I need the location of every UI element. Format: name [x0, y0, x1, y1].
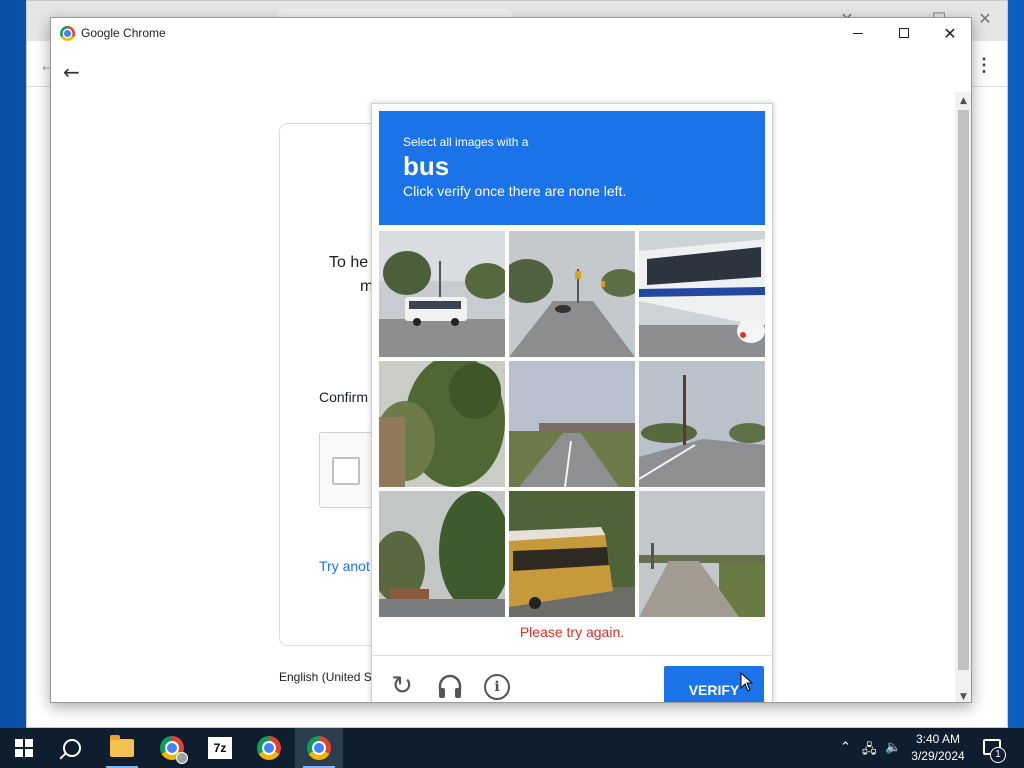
clock-time: 3:40 AM — [915, 732, 961, 746]
close-icon: ✕ — [943, 23, 957, 43]
tray-clock[interactable]: 3:40 AM 3/29/2024 — [906, 731, 970, 765]
chrome-profile-icon — [160, 736, 188, 764]
popup-titlebar: Google Chrome ✕ — [51, 18, 971, 48]
reload-icon[interactable]: ↻ — [388, 672, 416, 700]
chrome-button[interactable] — [245, 728, 293, 768]
tile-image — [509, 361, 635, 487]
close-button[interactable]: ✕ — [927, 18, 971, 48]
volume-muted-icon[interactable]: 🔈 — [885, 740, 901, 755]
minimize-button[interactable] — [835, 18, 881, 48]
captcha-challenge: Select all images with a bus Click verif… — [371, 103, 773, 702]
image-tile[interactable] — [639, 491, 765, 617]
back-arrow-icon[interactable]: ← — [63, 60, 80, 84]
image-grid — [379, 231, 765, 617]
tile-image — [509, 491, 635, 617]
minimize-icon — [853, 32, 863, 34]
image-tile[interactable] — [509, 231, 635, 357]
tile-image — [639, 491, 765, 617]
taskbar: 7z ⌃ 🖧 🔈 3:40 AM 3/29/2024 1 — [0, 728, 1024, 768]
tray-overflow-icon[interactable]: ⌃ — [840, 740, 851, 755]
tile-image — [379, 361, 505, 487]
search-icon — [63, 739, 81, 757]
help-text: To he — [329, 254, 369, 271]
challenge-target: bus — [403, 151, 450, 181]
chrome-icon — [257, 736, 281, 760]
desktop-edge — [0, 0, 18, 728]
chrome-active-icon — [307, 736, 331, 760]
headphones-icon[interactable] — [436, 672, 464, 700]
chrome-profile-button[interactable] — [148, 728, 196, 768]
maximize-button[interactable] — [881, 18, 927, 48]
windows-logo-icon — [15, 739, 33, 757]
chrome-active-button[interactable] — [295, 728, 343, 768]
image-tile[interactable] — [509, 491, 635, 617]
tile-image — [379, 231, 505, 357]
mouse-cursor-icon — [740, 672, 754, 692]
maximize-icon — [899, 28, 909, 38]
image-tile[interactable] — [379, 361, 505, 487]
headphones-svg — [438, 674, 462, 698]
info-icon[interactable]: i — [484, 674, 510, 700]
image-tile[interactable] — [639, 361, 765, 487]
image-tile[interactable] — [379, 231, 505, 357]
clock-date: 3/29/2024 — [911, 749, 965, 763]
chrome-popup-window: Google Chrome ✕ ← To he m Confirm Try an… — [50, 17, 972, 703]
scrollbar-thumb[interactable] — [958, 110, 969, 670]
confirm-text: Confirm — [319, 389, 369, 405]
challenge-header: Select all images with a bus Click verif… — [379, 111, 765, 225]
scrollbar[interactable]: ▲ ▼ — [955, 92, 971, 702]
tile-image — [639, 231, 765, 357]
file-explorer-button[interactable] — [98, 728, 146, 768]
tile-image — [639, 361, 765, 487]
notification-count: 1 — [990, 747, 1006, 763]
try-another-way-link[interactable]: Try anot — [319, 558, 370, 574]
tile-image — [379, 491, 505, 617]
language-selector[interactable]: English (United S — [279, 670, 372, 684]
chrome-logo-icon — [60, 26, 75, 41]
image-tile[interactable] — [509, 361, 635, 487]
scroll-up-icon[interactable]: ▲ — [955, 94, 971, 108]
recaptcha-checkbox[interactable] — [332, 457, 360, 485]
error-message: Please try again. — [519, 624, 625, 640]
background-menu-icon[interactable]: ⋮ — [975, 55, 993, 76]
search-button[interactable] — [48, 728, 96, 768]
challenge-instruction: Click verify once there are none left. — [403, 183, 627, 199]
start-button[interactable] — [0, 728, 48, 768]
image-tile[interactable] — [379, 491, 505, 617]
image-tile[interactable] — [639, 231, 765, 357]
tile-image — [509, 231, 635, 357]
window-title: Google Chrome — [81, 26, 166, 40]
7zip-button[interactable]: 7z — [196, 728, 244, 768]
background-close-icon[interactable]: ✕ — [973, 7, 997, 31]
network-icon[interactable]: 🖧 — [862, 740, 877, 762]
scroll-down-icon[interactable]: ▼ — [955, 690, 971, 702]
folder-icon — [110, 735, 134, 757]
footer-divider — [372, 655, 772, 656]
7zip-icon: 7z — [208, 737, 232, 759]
challenge-select-text: Select all images with a — [403, 135, 529, 149]
